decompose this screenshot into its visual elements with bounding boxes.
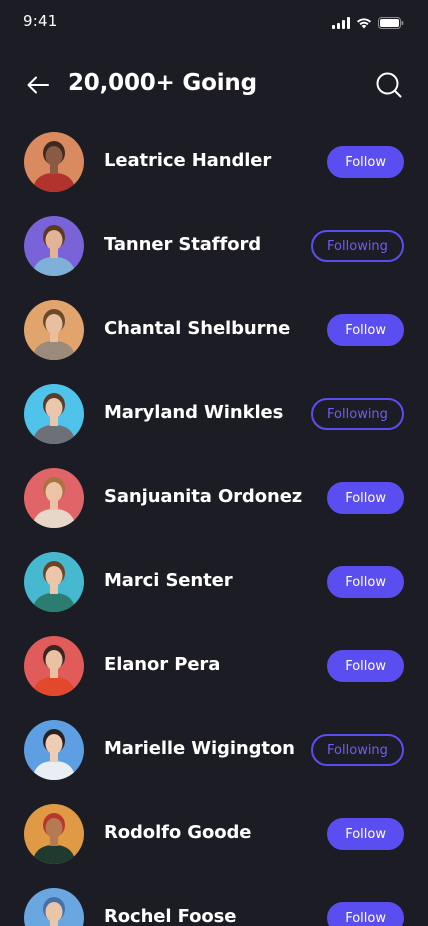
following-button[interactable]: Following	[311, 230, 404, 262]
arrow-left-icon	[27, 76, 49, 94]
user-name: Rodolfo Goode	[104, 822, 252, 843]
list-item[interactable]: Marci Senter Follow	[0, 552, 428, 636]
follow-button[interactable]: Follow	[327, 650, 404, 682]
avatar[interactable]	[24, 300, 84, 360]
avatar[interactable]	[24, 384, 84, 444]
list-item[interactable]: Leatrice Handler Follow	[0, 132, 428, 216]
follow-button[interactable]: Follow	[327, 146, 404, 178]
back-button[interactable]	[24, 71, 52, 99]
list-item[interactable]: Rodolfo Goode Follow	[0, 804, 428, 888]
status-bar: 9:41	[0, 0, 428, 44]
search-button[interactable]	[374, 70, 404, 100]
search-icon	[376, 72, 402, 98]
avatar[interactable]	[24, 804, 84, 864]
list-item[interactable]: Maryland Winkles Following	[0, 384, 428, 468]
avatar[interactable]	[24, 720, 84, 780]
page-title: 20,000+ Going	[68, 70, 257, 96]
list-item[interactable]: Sanjuanita Ordonez Follow	[0, 468, 428, 552]
wifi-icon	[356, 14, 372, 33]
user-name: Leatrice Handler	[104, 150, 272, 171]
avatar[interactable]	[24, 132, 84, 192]
user-name: Marci Senter	[104, 570, 233, 591]
user-name: Rochel Foose	[104, 906, 237, 926]
list-item[interactable]: Chantal Shelburne Follow	[0, 300, 428, 384]
follow-button[interactable]: Follow	[327, 818, 404, 850]
attendee-list: Leatrice Handler Follow Tanner Stafford …	[0, 132, 428, 926]
avatar[interactable]	[24, 216, 84, 276]
follow-button[interactable]: Follow	[327, 314, 404, 346]
user-name: Maryland Winkles	[104, 402, 284, 423]
follow-button[interactable]: Follow	[327, 902, 404, 926]
user-name: Sanjuanita Ordonez	[104, 486, 303, 507]
battery-icon	[378, 14, 404, 33]
user-name: Chantal Shelburne	[104, 318, 291, 339]
follow-button[interactable]: Follow	[327, 482, 404, 514]
header: 20,000+ Going	[0, 62, 428, 108]
list-item[interactable]: Rochel Foose Follow	[0, 888, 428, 926]
list-item[interactable]: Marielle Wigington Following	[0, 720, 428, 804]
list-item[interactable]: Tanner Stafford Following	[0, 216, 428, 300]
user-name: Marielle Wigington	[104, 738, 295, 759]
follow-button[interactable]: Follow	[327, 566, 404, 598]
user-name: Elanor Pera	[104, 654, 221, 675]
user-name: Tanner Stafford	[104, 234, 262, 255]
avatar[interactable]	[24, 636, 84, 696]
following-button[interactable]: Following	[311, 734, 404, 766]
status-icons	[332, 14, 404, 33]
avatar[interactable]	[24, 468, 84, 528]
avatar[interactable]	[24, 888, 84, 926]
avatar[interactable]	[24, 552, 84, 612]
signal-icon	[332, 14, 350, 33]
attendees-screen: 9:41 20,000+ Going Leatrice Handler Foll…	[0, 0, 428, 926]
following-button[interactable]: Following	[311, 398, 404, 430]
list-item[interactable]: Elanor Pera Follow	[0, 636, 428, 720]
status-time: 9:41	[23, 12, 58, 30]
